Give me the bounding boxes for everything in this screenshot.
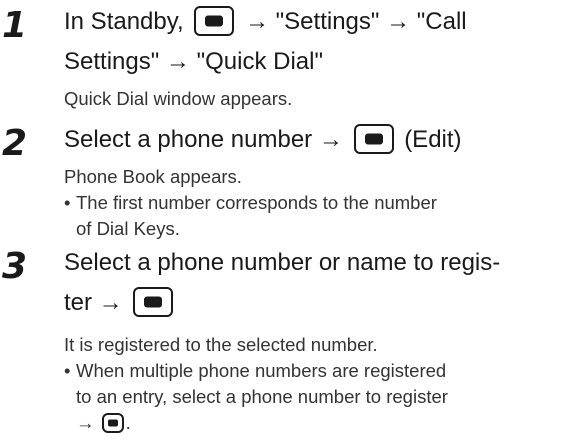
step-description: Quick Dial window appears. — [64, 88, 293, 109]
center-key-icon — [194, 5, 235, 36]
step-heading: Select a phone number → (Edit) — [64, 120, 462, 160]
center-key-icon — [133, 286, 174, 317]
bullet-note: • The first number corresponds to the nu… — [64, 192, 437, 213]
center-key-icon — [353, 123, 394, 154]
step-number: 2 — [2, 123, 28, 164]
step-number: 3 — [2, 246, 28, 287]
bullet-note: • When multiple phone numbers are regist… — [64, 360, 447, 381]
step-heading: Select a phone number or name to regis- … — [64, 249, 501, 317]
center-key-icon — [101, 413, 124, 434]
step-heading: In Standby, → "Settings" → "Call Setting… — [64, 2, 467, 82]
step-description: It is registered to the selected number.… — [64, 332, 580, 436]
step-description: Phone Book appears. • The first number c… — [64, 164, 580, 242]
step-number: 1 — [2, 5, 28, 46]
